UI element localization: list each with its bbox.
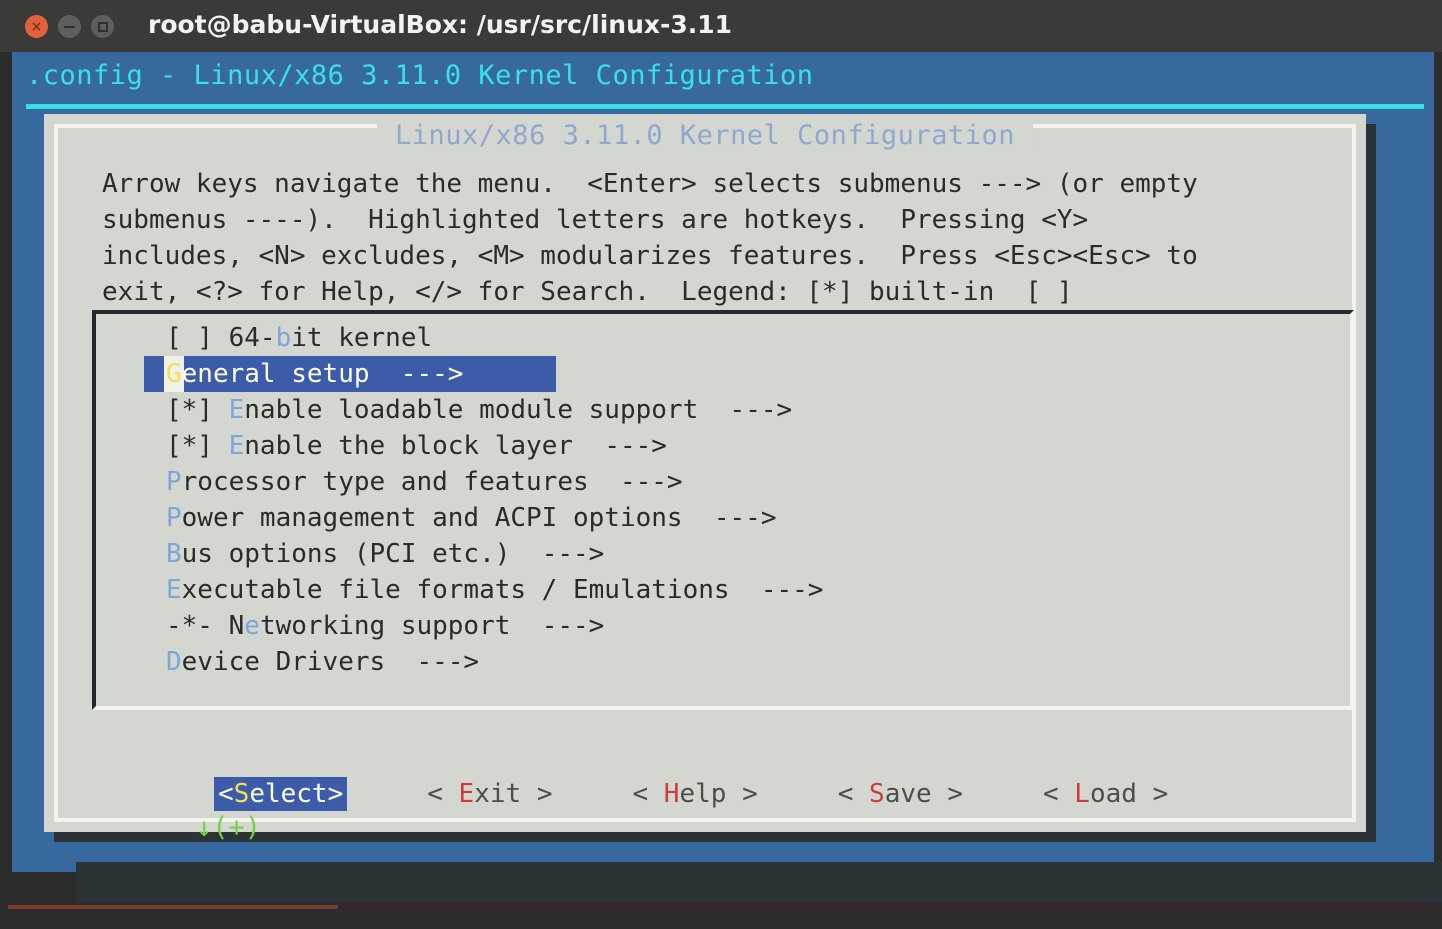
terminal-window: × root@babu-VirtualBox: /usr/src/linux-3… <box>0 0 1442 929</box>
menu-item-hotkey: B <box>166 539 182 569</box>
menu-item[interactable]: -*- Networking support ---> <box>96 608 1350 644</box>
menu-item-hotkey: P <box>166 503 182 533</box>
dialog-title: Linux/x86 3.11.0 Kernel Configuration <box>377 120 1033 151</box>
menu-item[interactable]: General setup ---> <box>96 356 1350 392</box>
menu-item-hotkey: P <box>166 467 182 497</box>
submenu-arrow: ---> <box>588 467 683 497</box>
ave-button[interactable]: < Save > <box>838 779 963 809</box>
menu-item[interactable]: Device Drivers ---> <box>96 644 1350 680</box>
bottom-accent-left <box>8 905 338 909</box>
menu-item-label: Power management and ACPI options <box>166 503 683 533</box>
window-left-edge <box>0 52 8 902</box>
submenu-arrow: ---> <box>510 539 605 569</box>
menu-item-hotkey: e <box>244 611 260 641</box>
menu-item-hotkey: E <box>228 431 245 461</box>
menu-item[interactable]: [ ] 64-bit kernel <box>96 320 1350 356</box>
window-right-edge <box>1434 52 1442 902</box>
elect-button[interactable]: <Select> <box>214 777 348 811</box>
menu-item-label: 64-bit kernel <box>228 323 433 353</box>
menu-item-label: Networking support <box>228 611 511 641</box>
submenu-arrow: ---> <box>729 575 824 605</box>
menu-item-label: Device Drivers <box>166 647 386 677</box>
submenu-arrow: ---> <box>385 647 480 677</box>
menu-item-label: Enable the block layer <box>228 431 574 461</box>
dialog-border-left <box>54 124 58 822</box>
maximize-glyph <box>97 21 108 32</box>
button-hotkey: S <box>233 779 250 809</box>
button-hotkey: H <box>663 779 680 809</box>
minimize-icon[interactable] <box>58 15 81 38</box>
menu-item-hotkey: G <box>166 359 182 389</box>
menu-item-hotkey: E <box>166 575 182 605</box>
menu-item-hotkey: E <box>228 395 245 425</box>
button-hotkey: E <box>458 779 475 809</box>
help-prompt-text: Arrow keys navigate the menu. <Enter> se… <box>102 166 1372 310</box>
menu-item-hotkey: b <box>275 323 292 353</box>
menu-item-state-tag: [*] <box>166 395 229 425</box>
dialog-title-wrap: Linux/x86 3.11.0 Kernel Configuration <box>44 120 1366 160</box>
menuconfig-dialog: Linux/x86 3.11.0 Kernel Configuration Ar… <box>44 114 1366 841</box>
header-rule <box>26 104 1424 109</box>
help-prompt-line: includes, <N> excludes, <M> modularizes … <box>102 241 1198 271</box>
maximize-icon[interactable] <box>91 15 114 38</box>
submenu-arrow: ---> <box>682 503 777 533</box>
submenu-arrow: ---> <box>510 611 605 641</box>
close-icon[interactable]: × <box>25 15 48 38</box>
menu-item-state-tag: [*] <box>166 431 229 461</box>
minimize-glyph <box>64 25 75 28</box>
help-prompt-line: exit, <?> for Help, </> for Search. Lege… <box>102 277 1073 307</box>
menu-item-state-tag: -*- <box>166 611 229 641</box>
submenu-arrow: ---> <box>573 431 667 461</box>
window-titlebar: × root@babu-VirtualBox: /usr/src/linux-3… <box>0 0 1442 53</box>
scroll-down-indicator: ↓(+) <box>196 812 262 843</box>
menu-item-label: Enable loadable module support <box>228 395 699 425</box>
menu-item-label: Bus options (PCI etc.) <box>166 539 511 569</box>
help-prompt-line: submenus ----). Highlighted letters are … <box>102 205 1089 235</box>
menu-item-label: Executable file formats / Emulations <box>166 575 730 605</box>
menu-item[interactable]: Bus options (PCI etc.) ---> <box>96 536 1350 572</box>
window-title: root@babu-VirtualBox: /usr/src/linux-3.1… <box>148 10 733 39</box>
oad-button[interactable]: < Load > <box>1043 779 1168 809</box>
terminal-bottom-strip <box>76 862 1442 902</box>
menu-item-label: Processor type and features <box>166 467 589 497</box>
menu-listbox[interactable]: [ ] 64-bit kernel General setup ---> [*] E… <box>92 310 1354 710</box>
bottom-accent-right <box>338 905 1434 909</box>
button-hotkey: L <box>1074 779 1090 809</box>
submenu-arrow: ---> <box>698 395 793 425</box>
menu-item[interactable]: Processor type and features ---> <box>96 464 1350 500</box>
menu-item-label: General setup ---> <box>166 359 464 389</box>
terminal-area[interactable]: .config - Linux/x86 3.11.0 Kernel Config… <box>8 52 1434 872</box>
menu-item-hotkey: D <box>166 647 182 677</box>
menu-item-state-tag: [ ] <box>166 323 229 353</box>
menu-item[interactable]: [*] Enable the block layer ---> <box>96 428 1350 464</box>
menuconfig-header: .config - Linux/x86 3.11.0 Kernel Config… <box>26 60 814 91</box>
menu-item[interactable]: [*] Enable loadable module support ---> <box>96 392 1350 428</box>
menu-item[interactable]: Power management and ACPI options ---> <box>96 500 1350 536</box>
terminal-canvas: .config - Linux/x86 3.11.0 Kernel Config… <box>12 52 1434 872</box>
xit-button[interactable]: < Exit > <box>427 779 552 809</box>
help-prompt-line: Arrow keys navigate the menu. <Enter> se… <box>102 169 1198 199</box>
menu-item[interactable]: Executable file formats / Emulations ---… <box>96 572 1350 608</box>
button-hotkey: S <box>869 779 885 809</box>
elp-button[interactable]: < Help > <box>632 779 757 809</box>
